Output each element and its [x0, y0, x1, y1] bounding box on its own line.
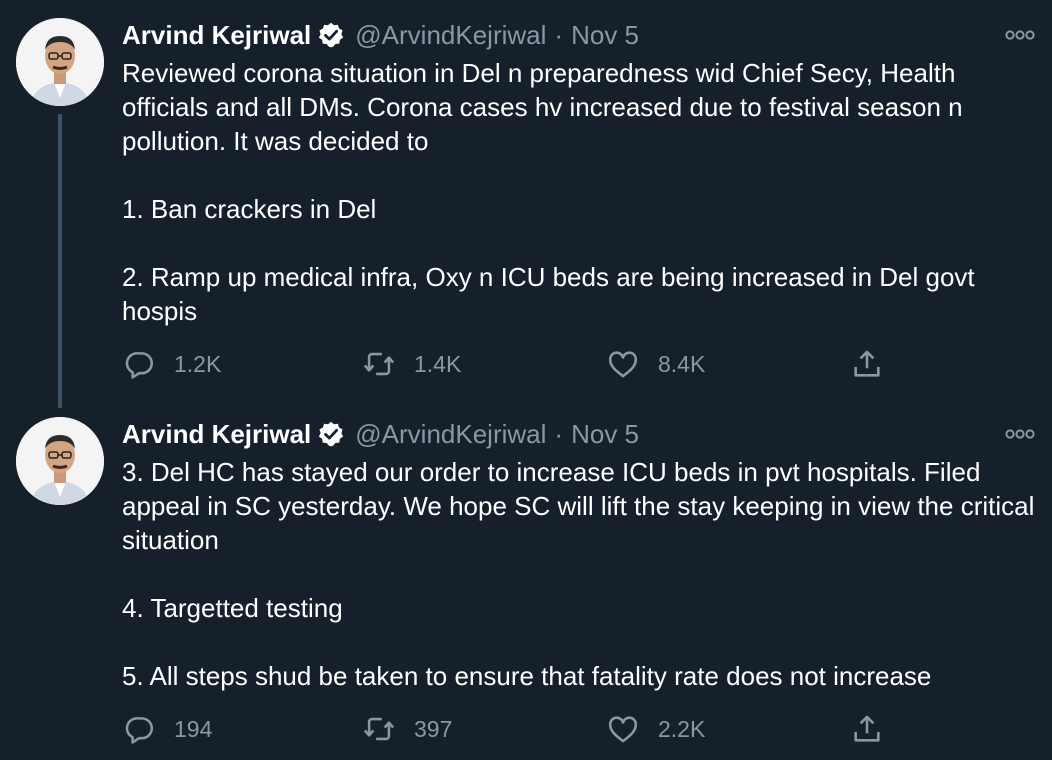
author-handle[interactable]: @ArvindKejriwal — [355, 20, 546, 51]
tweet-date[interactable]: Nov 5 — [571, 419, 639, 450]
reply-button[interactable]: 1.2K — [122, 344, 221, 384]
reply-count: 1.2K — [174, 350, 222, 377]
like-icon — [608, 716, 638, 743]
tweet-paragraph: Reviewed corona situation in Del n prepa… — [122, 58, 970, 156]
tweet-paragraph: 4. Targetted testing — [122, 593, 343, 623]
retweet-button[interactable]: 1.4K — [362, 344, 461, 384]
verified-badge-icon — [319, 421, 344, 447]
tweet-paragraph: 2. Ramp up medical infra, Oxy n ICU beds… — [122, 262, 982, 326]
retweet-icon — [363, 352, 395, 376]
tweet-date[interactable]: Nov 5 — [571, 20, 639, 51]
verified-badge-icon — [319, 22, 344, 48]
more-options-icon[interactable] — [1004, 427, 1036, 441]
tweet-paragraph: 5. All steps shud be taken to ensure tha… — [122, 661, 932, 691]
avatar-photo — [16, 417, 104, 505]
author-handle[interactable]: @ArvindKejriwal — [355, 419, 546, 450]
more-options-icon[interactable] — [1004, 28, 1036, 42]
like-count: 8.4K — [658, 350, 706, 377]
retweet-icon — [363, 717, 395, 741]
tweet-header: Arvind Kejriwal @ArvindKejriwal · Nov 5 — [122, 417, 639, 451]
avatar-photo — [16, 18, 104, 106]
tweet[interactable]: Arvind Kejriwal @ArvindKejriwal · Nov 5 … — [0, 0, 1052, 408]
avatar[interactable] — [16, 18, 104, 106]
like-button[interactable]: 8.4K — [606, 344, 705, 384]
reply-icon — [125, 717, 154, 744]
retweet-count: 1.4K — [414, 350, 462, 377]
tweet-header: Arvind Kejriwal @ArvindKejriwal · Nov 5 — [122, 18, 639, 52]
author-name[interactable]: Arvind Kejriwal — [122, 20, 311, 51]
separator-dot: · — [554, 19, 564, 50]
tweet-text: Reviewed corona situation in Del n prepa… — [122, 56, 1042, 328]
reply-icon — [125, 352, 154, 379]
tweet[interactable]: Arvind Kejriwal @ArvindKejriwal · Nov 5 … — [0, 400, 1052, 760]
avatar[interactable] — [16, 417, 104, 505]
tweet-actions: 194 397 2.2K — [122, 709, 902, 749]
separator-dot: · — [554, 418, 564, 449]
retweet-count: 397 — [414, 715, 453, 742]
author-name[interactable]: Arvind Kejriwal — [122, 419, 311, 450]
like-icon — [608, 351, 638, 378]
thread-connector-line — [58, 114, 62, 408]
tweet-text: 3. Del HC has stayed our order to increa… — [122, 455, 1042, 693]
tweet-paragraph: 3. Del HC has stayed our order to increa… — [122, 457, 1042, 555]
reply-button[interactable]: 194 — [122, 709, 212, 749]
share-button[interactable] — [850, 344, 884, 384]
share-icon — [854, 715, 880, 742]
share-icon — [854, 350, 880, 377]
retweet-button[interactable]: 397 — [362, 709, 452, 749]
tweet-paragraph: 1. Ban crackers in Del — [122, 194, 377, 224]
share-button[interactable] — [850, 709, 884, 749]
like-button[interactable]: 2.2K — [606, 709, 705, 749]
tweet-actions: 1.2K 1.4K 8.4K — [122, 344, 902, 384]
reply-count: 194 — [174, 715, 213, 742]
like-count: 2.2K — [658, 715, 706, 742]
